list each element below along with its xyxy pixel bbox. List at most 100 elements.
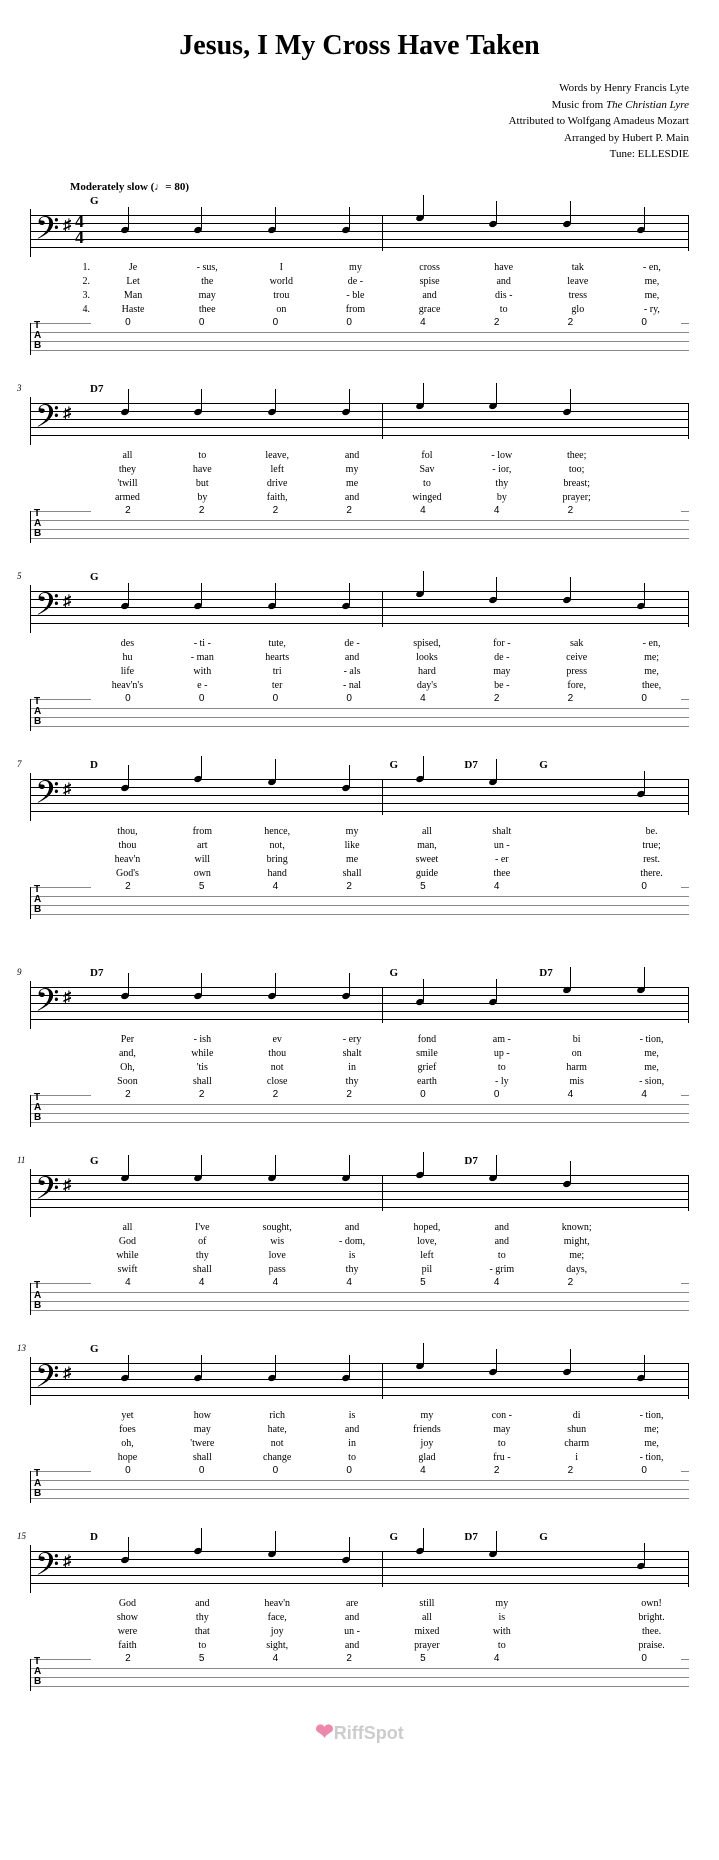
lyric-syllable: oh, <box>90 1438 165 1449</box>
lyric-syllable: all <box>390 826 465 837</box>
chord-row: D7GD7 <box>90 967 689 981</box>
lyric-syllable: Soon <box>90 1076 165 1087</box>
lyric-syllable: shall <box>315 868 390 879</box>
lyric-syllable: ceive <box>539 652 614 663</box>
lyric-syllable: and <box>315 1640 390 1651</box>
lyric-syllable: thee, <box>614 680 689 691</box>
lyric-line: oh,'twerenotinjoytocharmme, <box>90 1437 689 1451</box>
lyric-syllable: un - <box>464 840 539 851</box>
lyric-syllable: God <box>90 1598 165 1609</box>
lyric-syllable: to <box>467 304 541 315</box>
lyric-syllable: - grim <box>464 1264 539 1275</box>
lyric-syllable: con - <box>464 1410 539 1421</box>
lyric-syllable: joy <box>390 1438 465 1449</box>
chord-symbol <box>165 383 240 397</box>
lyric-syllable: God <box>90 1236 165 1247</box>
lyric-syllable: me; <box>539 1250 614 1261</box>
lyric-syllable: bi <box>539 1034 614 1045</box>
key-signature: ♯ <box>63 405 71 423</box>
lyric-syllable: show <box>90 1612 165 1623</box>
lyric-syllable: me, <box>615 290 689 301</box>
lyric-syllable: tri <box>240 666 315 677</box>
system: DGD7G7𝄢♯thou,fromhence,myallshaltbe.thou… <box>30 759 689 919</box>
credit-attrib: Attributed to Wolfgang Amadeus Mozart <box>30 113 689 130</box>
credit-music: Music from The Christian Lyre <box>30 97 689 114</box>
lyric-line: lifewithtri- alshardmaypressme, <box>90 665 689 679</box>
chord-symbol: G <box>390 759 465 773</box>
chord-symbol <box>165 759 240 773</box>
lyric-syllable: from <box>165 826 240 837</box>
lyric-syllable: in <box>315 1438 390 1449</box>
lyric-syllable: that <box>165 1626 240 1637</box>
tab-numbers: 4444542 <box>91 1277 681 1288</box>
lyric-syllable: not <box>240 1062 315 1073</box>
lyric-syllable: too; <box>539 464 614 475</box>
tab-fret: 4 <box>607 1089 681 1100</box>
tab-numbers: 2222442 <box>91 505 681 516</box>
lyric-syllable: to <box>390 478 465 489</box>
tab-label: TAB <box>34 697 41 727</box>
tab-fret: 5 <box>165 1653 239 1664</box>
lyric-syllable: me, <box>614 1062 689 1073</box>
verse-number: 3. <box>70 290 96 301</box>
chord-symbol <box>464 383 539 397</box>
lyric-syllable: my <box>464 1598 539 1609</box>
lyric-line: armedbyfaith,andwingedbyprayer; <box>90 491 689 505</box>
lyric-syllable: life <box>90 666 165 677</box>
lyric-syllable: man, <box>390 840 465 851</box>
tab-fret: 2 <box>165 1089 239 1100</box>
key-signature: ♯ <box>63 781 71 799</box>
tablature: TAB00004220 <box>30 323 689 355</box>
lyric-syllable: leave, <box>240 450 315 461</box>
tab-fret: 4 <box>386 693 460 704</box>
lyric-syllable: swift <box>90 1264 165 1275</box>
chord-symbol <box>390 1155 465 1169</box>
key-signature: ♯ <box>63 989 71 1007</box>
chord-symbol <box>240 383 315 397</box>
chord-symbol <box>539 195 614 209</box>
lyric-line: God'sownhandshallguidetheethere. <box>90 867 689 881</box>
staff: 9𝄢♯ <box>30 981 689 1029</box>
measure-number: 9 <box>17 967 22 977</box>
lyric-syllable: earth <box>390 1076 465 1087</box>
tab-fret: 4 <box>460 1277 534 1288</box>
lyric-syllable: un - <box>315 1626 390 1637</box>
lyric-syllable: is <box>464 1612 539 1623</box>
lyric-syllable: might, <box>539 1236 614 1247</box>
lyric-line: Oh,'tisnotingrieftoharmme, <box>90 1061 689 1075</box>
lyric-syllable: world <box>244 276 318 287</box>
lyric-syllable: bring <box>240 854 315 865</box>
tab-fret: 0 <box>91 1465 165 1476</box>
lyric-syllable: thee. <box>614 1626 689 1637</box>
chord-row: D7 <box>90 383 689 397</box>
chord-symbol <box>315 967 390 981</box>
lyric-syllable: Je <box>96 262 170 273</box>
lyric-syllable: - man <box>165 652 240 663</box>
chord-symbol <box>539 383 614 397</box>
chord-row: G <box>90 195 689 209</box>
lyric-syllable: fol <box>390 450 465 461</box>
lyric-syllable: to <box>464 1438 539 1449</box>
tab-fret: 4 <box>460 505 534 516</box>
chord-symbol: G <box>539 759 614 773</box>
lyric-syllable: Oh, <box>90 1062 165 1073</box>
lyric-line: foesmayhate,andfriendsmayshunme; <box>90 1423 689 1437</box>
notes-row <box>91 1545 681 1593</box>
tab-numbers: 2542540 <box>91 1653 681 1664</box>
tablature: TAB4444542 <box>30 1283 689 1315</box>
lyric-syllable: is <box>315 1250 390 1261</box>
credit-tune: Tune: ELLESDIE <box>30 146 689 163</box>
watermark: ❤RiffSpot <box>30 1719 689 1745</box>
lyric-syllable: - ior, <box>464 464 539 475</box>
lyric-syllable: pil <box>390 1264 465 1275</box>
lyric-line: thou,fromhence,myallshaltbe. <box>90 825 689 839</box>
lyric-syllable: thee <box>464 868 539 879</box>
lyric-syllable: and <box>315 1222 390 1233</box>
chord-symbol <box>165 195 240 209</box>
lyric-syllable: - ish <box>165 1034 240 1045</box>
lyric-syllable: foes <box>90 1424 165 1435</box>
lyric-syllable: sweet <box>390 854 465 865</box>
lyric-syllable: be - <box>464 680 539 691</box>
lyric-syllable: hearts <box>240 652 315 663</box>
lyric-syllable: ter <box>240 680 315 691</box>
